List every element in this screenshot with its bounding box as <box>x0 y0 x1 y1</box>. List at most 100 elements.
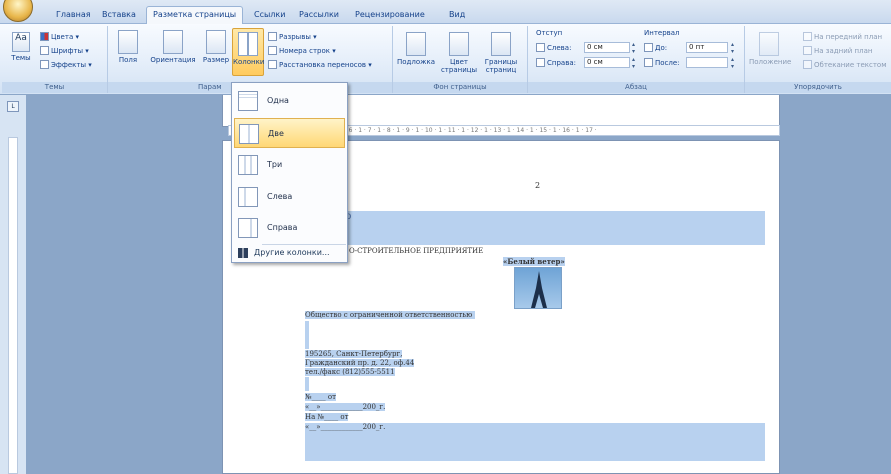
page-color-label-1: Цвет <box>450 58 468 66</box>
margins-icon <box>118 30 138 54</box>
group-themes-label: Темы <box>2 82 107 93</box>
left-column-icon <box>238 187 258 207</box>
page-borders-button[interactable]: Границы страниц <box>481 32 521 74</box>
page-borders-label-2: страниц <box>485 66 517 74</box>
text-wrap-label: Обтекание текстом <box>814 61 887 69</box>
indent-right-text: Справа: <box>547 59 576 67</box>
spacing-after-spinner[interactable]: ▴ ▾ <box>731 56 734 70</box>
tab-references[interactable]: Ссылки <box>248 7 291 24</box>
watermark-button[interactable]: Подложка <box>397 32 435 66</box>
page-color-button[interactable]: Цвет страницы <box>439 32 479 74</box>
margins-button[interactable]: Поля <box>114 30 142 64</box>
tab-review[interactable]: Рецензирование <box>349 7 431 24</box>
spacing-after-label: После: <box>644 58 680 67</box>
spacing-before-spinner[interactable]: ▴ ▾ <box>731 41 734 55</box>
spacing-after-input[interactable] <box>686 57 728 68</box>
reference-line-4: «__»____________200_г. <box>305 423 765 461</box>
orientation-button[interactable]: Ориентация <box>146 30 200 64</box>
more-columns-item[interactable]: Другие колонки... <box>234 246 345 261</box>
indent-left-icon <box>536 43 545 52</box>
columns-button[interactable]: Колонки <box>232 28 264 76</box>
company-type: Общество с ограниченной ответственностью <box>305 311 475 319</box>
right-column-icon <box>238 218 258 238</box>
orientation-icon <box>163 30 183 54</box>
breaks-button[interactable]: Разрывы ▾ <box>268 32 317 41</box>
more-columns-label: Другие колонки... <box>254 248 330 257</box>
columns-dropdown: Одна Две Три Слева Справа Другие колонки… <box>231 82 348 263</box>
highlight-bar <box>305 321 309 349</box>
indent-left-spinner[interactable]: ▴ ▾ <box>632 41 635 55</box>
page-borders-icon <box>491 32 511 56</box>
send-to-back-button[interactable]: На задний план <box>803 46 872 55</box>
size-label: Размер <box>202 56 230 64</box>
watermark-icon <box>406 32 426 56</box>
reference-line-3: На №____ от <box>305 413 349 421</box>
indent-left-input[interactable]: 0 см <box>584 42 630 53</box>
one-column-icon <box>238 91 258 111</box>
theme-colors-label: Цвета <box>51 33 74 41</box>
watermark-label: Подложка <box>397 58 435 66</box>
indent-right-spinner[interactable]: ▴ ▾ <box>632 56 635 70</box>
position-button[interactable]: Положение <box>749 32 792 66</box>
spacing-before-label: До: <box>644 43 667 52</box>
position-label: Положение <box>749 58 792 66</box>
three-columns-icon <box>238 155 258 175</box>
spacing-before-text: До: <box>655 44 668 52</box>
group-page-background-label: Фон страницы <box>393 82 527 93</box>
highlight-block-1 <box>305 223 765 245</box>
columns-option-right[interactable]: Справа <box>234 213 345 243</box>
group-arrange-label: Упорядочить <box>745 82 891 93</box>
page-size-icon <box>206 30 226 54</box>
ribbon: Aa Темы Цвета ▾ Шрифты ▾ Эффекты ▾ Темы … <box>0 24 891 95</box>
tab-insert[interactable]: Вставка <box>96 7 142 24</box>
size-button[interactable]: Размер <box>200 30 232 64</box>
office-button[interactable] <box>3 0 33 22</box>
theme-colors-button[interactable]: Цвета ▾ <box>40 32 79 41</box>
theme-fonts-button[interactable]: Шрифты ▾ <box>40 46 89 55</box>
company-line: О-СТРОИТЕЛЬНОЕ ПРЕДПРИЯТИЕ <box>349 247 484 255</box>
hyphenation-icon <box>268 60 277 69</box>
vertical-ruler <box>8 137 18 474</box>
columns-option-one[interactable]: Одна <box>234 86 345 116</box>
ribbon-tab-bar: Главная Вставка Разметка страницы Ссылки… <box>0 0 891 25</box>
columns-option-two[interactable]: Две <box>234 118 345 148</box>
theme-effects-label: Эффекты <box>51 61 86 69</box>
columns-option-left[interactable]: Слева <box>234 182 345 212</box>
margins-label: Поля <box>118 56 138 64</box>
address-line-1: 195265, Санкт-Петербург, <box>305 350 403 358</box>
indent-right-input[interactable]: 0 см <box>584 57 630 68</box>
tab-view[interactable]: Вид <box>443 7 471 24</box>
colors-icon <box>40 32 49 41</box>
position-icon <box>759 32 779 56</box>
page-color-icon <box>449 32 469 56</box>
columns-label: Колонки <box>233 58 265 66</box>
text-wrap-icon <box>803 60 812 69</box>
hyphenation-button[interactable]: Расстановка переносов ▾ <box>268 60 372 69</box>
menu-separator <box>262 244 346 245</box>
columns-option-left-label: Слева <box>267 192 293 201</box>
eiffel-tower-image <box>514 267 562 309</box>
columns-option-one-label: Одна <box>267 96 289 105</box>
bring-to-front-button[interactable]: На передний план <box>803 32 882 41</box>
orientation-label: Ориентация <box>150 56 196 64</box>
spacing-before-input[interactable]: 0 пт <box>686 42 728 53</box>
ruler-toggle-icon[interactable]: L <box>7 101 19 112</box>
tab-page-layout[interactable]: Разметка страницы <box>146 6 244 25</box>
highlight-bar-2 <box>305 377 309 391</box>
indent-right-icon <box>536 58 545 67</box>
columns-option-right-label: Справа <box>267 223 298 232</box>
columns-icon <box>238 32 258 56</box>
themes-button[interactable]: Aa Темы <box>6 32 36 62</box>
line-numbers-icon <box>268 46 277 55</box>
theme-effects-button[interactable]: Эффекты ▾ <box>40 60 92 69</box>
line-numbers-button[interactable]: Номера строк ▾ <box>268 46 336 55</box>
two-columns-icon <box>239 124 259 144</box>
themes-button-label: Темы <box>11 54 31 62</box>
tab-mailings[interactable]: Рассылки <box>293 7 345 24</box>
text-wrap-button[interactable]: Обтекание текстом <box>803 60 887 69</box>
columns-option-three[interactable]: Три <box>234 150 345 180</box>
theme-fonts-label: Шрифты <box>51 47 84 55</box>
tab-home[interactable]: Главная <box>50 7 97 24</box>
heading-fragment: р <box>305 211 765 223</box>
indent-left-text: Слева: <box>547 44 572 52</box>
